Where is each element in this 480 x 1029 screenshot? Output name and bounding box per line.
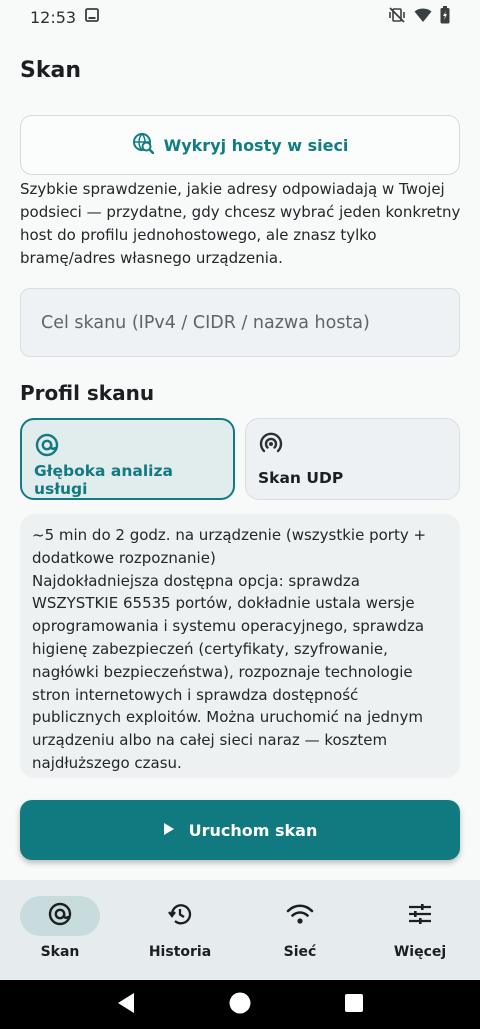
profile-info-box: ~5 min do 2 godz. na urządzenie (wszystk… — [20, 514, 460, 778]
back-icon[interactable] — [116, 992, 136, 1018]
scan-target-input[interactable]: Cel skanu (IPv4 / CIDR / nazwa hosta) — [20, 288, 460, 357]
nav-item-history[interactable]: Historia — [120, 880, 240, 980]
profile-option-label: Głęboka analiza usługi — [34, 462, 173, 498]
at-icon — [34, 432, 221, 462]
radar-icon — [258, 431, 447, 461]
nav-item-scan[interactable]: Skan — [0, 880, 120, 980]
system-navigation-bar — [0, 980, 480, 1029]
bottom-navigation: Skan Historia Sieć Więcej — [0, 880, 480, 980]
profile-option-label: Skan UDP — [258, 469, 344, 487]
discover-hosts-label: Wykryj hosty w sieci — [163, 135, 349, 155]
home-icon[interactable] — [228, 991, 252, 1019]
wifi-icon — [286, 902, 314, 930]
nav-label: Więcej — [393, 944, 447, 960]
profile-details-text: Najdokładniejsza dostępna opcja: sprawdz… — [32, 571, 425, 772]
history-icon — [167, 901, 193, 931]
nav-item-more[interactable]: Więcej — [360, 880, 480, 980]
run-scan-button[interactable]: Uruchom skan — [20, 800, 460, 860]
wifi-status-icon — [414, 7, 432, 27]
nav-label: Historia — [148, 944, 212, 960]
status-time: 12:53 — [30, 7, 77, 27]
nav-item-network[interactable]: Sieć — [240, 880, 360, 980]
screenshot-icon — [84, 7, 100, 27]
scan-target-placeholder: Cel skanu (IPv4 / CIDR / nazwa hosta) — [41, 312, 370, 333]
nav-label: Skan — [40, 944, 80, 960]
profile-duration-text: ~5 min do 2 godz. na urządzenie (wszystk… — [32, 526, 427, 567]
discover-hosts-button[interactable]: Wykryj hosty w sieci — [20, 115, 460, 175]
status-bar: 12:53 — [0, 0, 480, 34]
page-title: Skan — [20, 58, 81, 83]
battery-icon — [440, 6, 450, 28]
discover-description: Szybkie sprawdzenie, jakie adresy odpowi… — [20, 180, 461, 267]
recents-icon[interactable] — [344, 993, 364, 1017]
at-icon — [47, 901, 73, 931]
nav-label: Sieć — [283, 944, 317, 960]
scan-profile-title: Profil skanu — [20, 381, 155, 405]
run-scan-label: Uruchom skan — [188, 820, 318, 840]
play-icon — [163, 821, 175, 840]
profile-option-udp-scan[interactable]: Skan UDP — [245, 418, 460, 500]
profile-option-deep-analysis[interactable]: Głęboka analiza usługi — [20, 418, 235, 500]
sliders-icon — [407, 902, 433, 930]
network-search-icon — [132, 132, 154, 158]
vibrate-off-icon — [388, 6, 406, 28]
